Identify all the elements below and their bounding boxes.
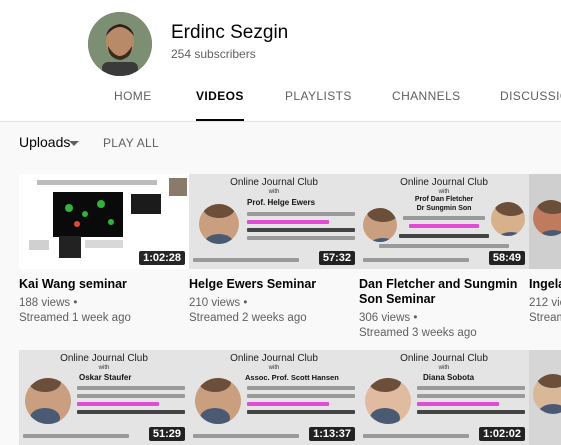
poster-text-line	[363, 258, 469, 262]
poster-text-line	[247, 410, 355, 414]
channel-avatar[interactable]	[88, 12, 152, 76]
poster-heading: Online Journal Club	[60, 353, 148, 364]
poster-with: with	[98, 365, 110, 371]
poster-text-line	[247, 402, 329, 406]
poster-text-line	[409, 224, 479, 228]
poster-speaker: Prof. Helge Ewers	[247, 198, 316, 207]
video-duration: 51:29	[148, 427, 185, 441]
poster-heading: Online Journal Club	[230, 177, 318, 188]
poster-text-line	[417, 394, 525, 398]
poster-text-line	[399, 234, 489, 238]
video-thumbnail[interactable]	[529, 174, 561, 269]
speaker-photo-icon	[199, 204, 239, 244]
video-thumbnail[interactable]: Online Journal Club with Assoc. Prof. Sc…	[189, 350, 359, 445]
poster-text-line	[247, 212, 355, 216]
speaker-photo-icon	[533, 374, 561, 414]
poster-text-line	[77, 386, 185, 390]
poster-with: with	[438, 365, 450, 371]
poster-speaker: Oskar Staufer	[79, 373, 132, 382]
video-views: 210 views •	[189, 297, 248, 309]
video-card[interactable]: Online Journal Club with Diana Sobota 1:…	[359, 350, 529, 445]
video-duration: 1:02:02	[479, 427, 525, 441]
speaker-photo-icon	[25, 378, 71, 424]
video-views: 306 views •	[359, 312, 418, 324]
poster-speaker: Assoc. Prof. Scott Hansen	[245, 373, 339, 382]
uploads-dropdown[interactable]: Uploads	[19, 134, 70, 150]
tab-channels[interactable]: CHANNELS	[392, 80, 461, 122]
avatar-photo-icon	[88, 12, 152, 76]
video-card[interactable]: Ingela 212 vie Stream	[529, 174, 561, 326]
video-card[interactable]: Online Journal Club with Prof. Helge Ewe…	[189, 174, 359, 326]
video-streamed: Stream	[529, 312, 561, 324]
video-title[interactable]: Helge Ewers Seminar	[189, 277, 359, 292]
poster-text-line	[77, 394, 185, 398]
poster-text-line	[247, 386, 355, 390]
speaker-photo-icon	[533, 200, 561, 236]
video-thumbnail[interactable]	[529, 350, 561, 445]
speaker-photo-icon	[363, 208, 397, 242]
poster-text-line	[247, 236, 355, 240]
video-title[interactable]: Kai Wang seminar	[19, 277, 189, 292]
poster-text-line	[247, 228, 355, 232]
video-thumbnail[interactable]: 1:02:28	[19, 174, 189, 269]
tab-videos[interactable]: VIDEOS	[196, 80, 244, 122]
video-thumbnail[interactable]: Online Journal Club with Prof Dan Fletch…	[359, 174, 529, 269]
video-streamed: Streamed 2 weeks ago	[189, 312, 307, 324]
poster-text-line	[363, 434, 469, 438]
poster-text-line	[77, 410, 185, 414]
speaker-photo-icon	[365, 378, 411, 424]
poster-text-line	[193, 434, 299, 438]
poster-text-line	[403, 216, 485, 220]
poster-text-line	[417, 410, 525, 414]
uploads-bar: Uploads PLAY ALL	[0, 130, 561, 160]
video-card[interactable]: Online Journal Club with Assoc. Prof. Sc…	[189, 350, 359, 445]
tab-home[interactable]: HOME	[114, 80, 152, 122]
video-card[interactable]: Online Journal Club with Oskar Staufer 5…	[19, 350, 189, 445]
video-streamed: Streamed 3 weeks ago	[359, 327, 477, 339]
video-title[interactable]: Dan Fletcher and Sungmin Son Seminar	[359, 277, 529, 307]
video-views: 188 views •	[19, 297, 78, 309]
video-duration: 1:13:37	[309, 427, 355, 441]
poster-text-line	[193, 258, 299, 262]
video-duration: 57:32	[318, 251, 355, 265]
video-duration: 1:02:28	[139, 251, 185, 265]
tab-playlists[interactable]: PLAYLISTS	[285, 80, 352, 122]
poster-speaker: Prof Dan Fletcher	[414, 196, 474, 203]
video-title[interactable]: Ingela	[529, 277, 561, 292]
video-streamed: Streamed 1 week ago	[19, 312, 131, 324]
poster-text-line	[417, 386, 525, 390]
video-views: 212 vie	[529, 297, 561, 309]
tab-discussion[interactable]: DISCUSSION	[500, 80, 561, 122]
video-card[interactable]: 1:02:28 Kai Wang seminar 188 views • Str…	[19, 174, 189, 326]
poster-text-line	[379, 244, 509, 248]
poster-with: with	[268, 365, 280, 371]
poster-text-line	[23, 434, 129, 438]
poster-text-line	[247, 394, 355, 398]
poster-with: with	[438, 189, 450, 195]
caret-down-icon[interactable]	[69, 141, 79, 146]
poster-text-line	[247, 220, 329, 224]
channel-name: Erdinc Sezgin	[171, 22, 289, 43]
poster-with: with	[268, 189, 280, 195]
poster-speaker: Diana Sobota	[423, 373, 475, 382]
channel-header: Erdinc Sezgin 254 subscribers HOME VIDEO…	[0, 0, 561, 122]
poster-heading: Online Journal Club	[230, 353, 318, 364]
video-card[interactable]: Online Journal Club with Prof Dan Fletch…	[359, 174, 529, 341]
video-thumbnail[interactable]: Online Journal Club with Oskar Staufer 5…	[19, 350, 189, 445]
subscriber-count: 254 subscribers	[171, 47, 256, 61]
play-all-button[interactable]: PLAY ALL	[103, 136, 159, 150]
channel-tabs: HOME VIDEOS PLAYLISTS CHANNELS DISCUSSIO…	[0, 80, 561, 122]
poster-heading: Online Journal Club	[400, 353, 488, 364]
video-thumbnail[interactable]: Online Journal Club with Diana Sobota 1:…	[359, 350, 529, 445]
poster-heading: Online Journal Club	[400, 177, 488, 188]
video-card[interactable]	[529, 350, 561, 445]
speaker-photo-icon	[195, 378, 241, 424]
poster-text-line	[417, 402, 499, 406]
poster-text-line	[77, 402, 159, 406]
video-thumbnail[interactable]: Online Journal Club with Prof. Helge Ewe…	[189, 174, 359, 269]
video-duration: 58:49	[488, 251, 525, 265]
poster-speaker: Dr Sungmin Son	[416, 205, 472, 212]
